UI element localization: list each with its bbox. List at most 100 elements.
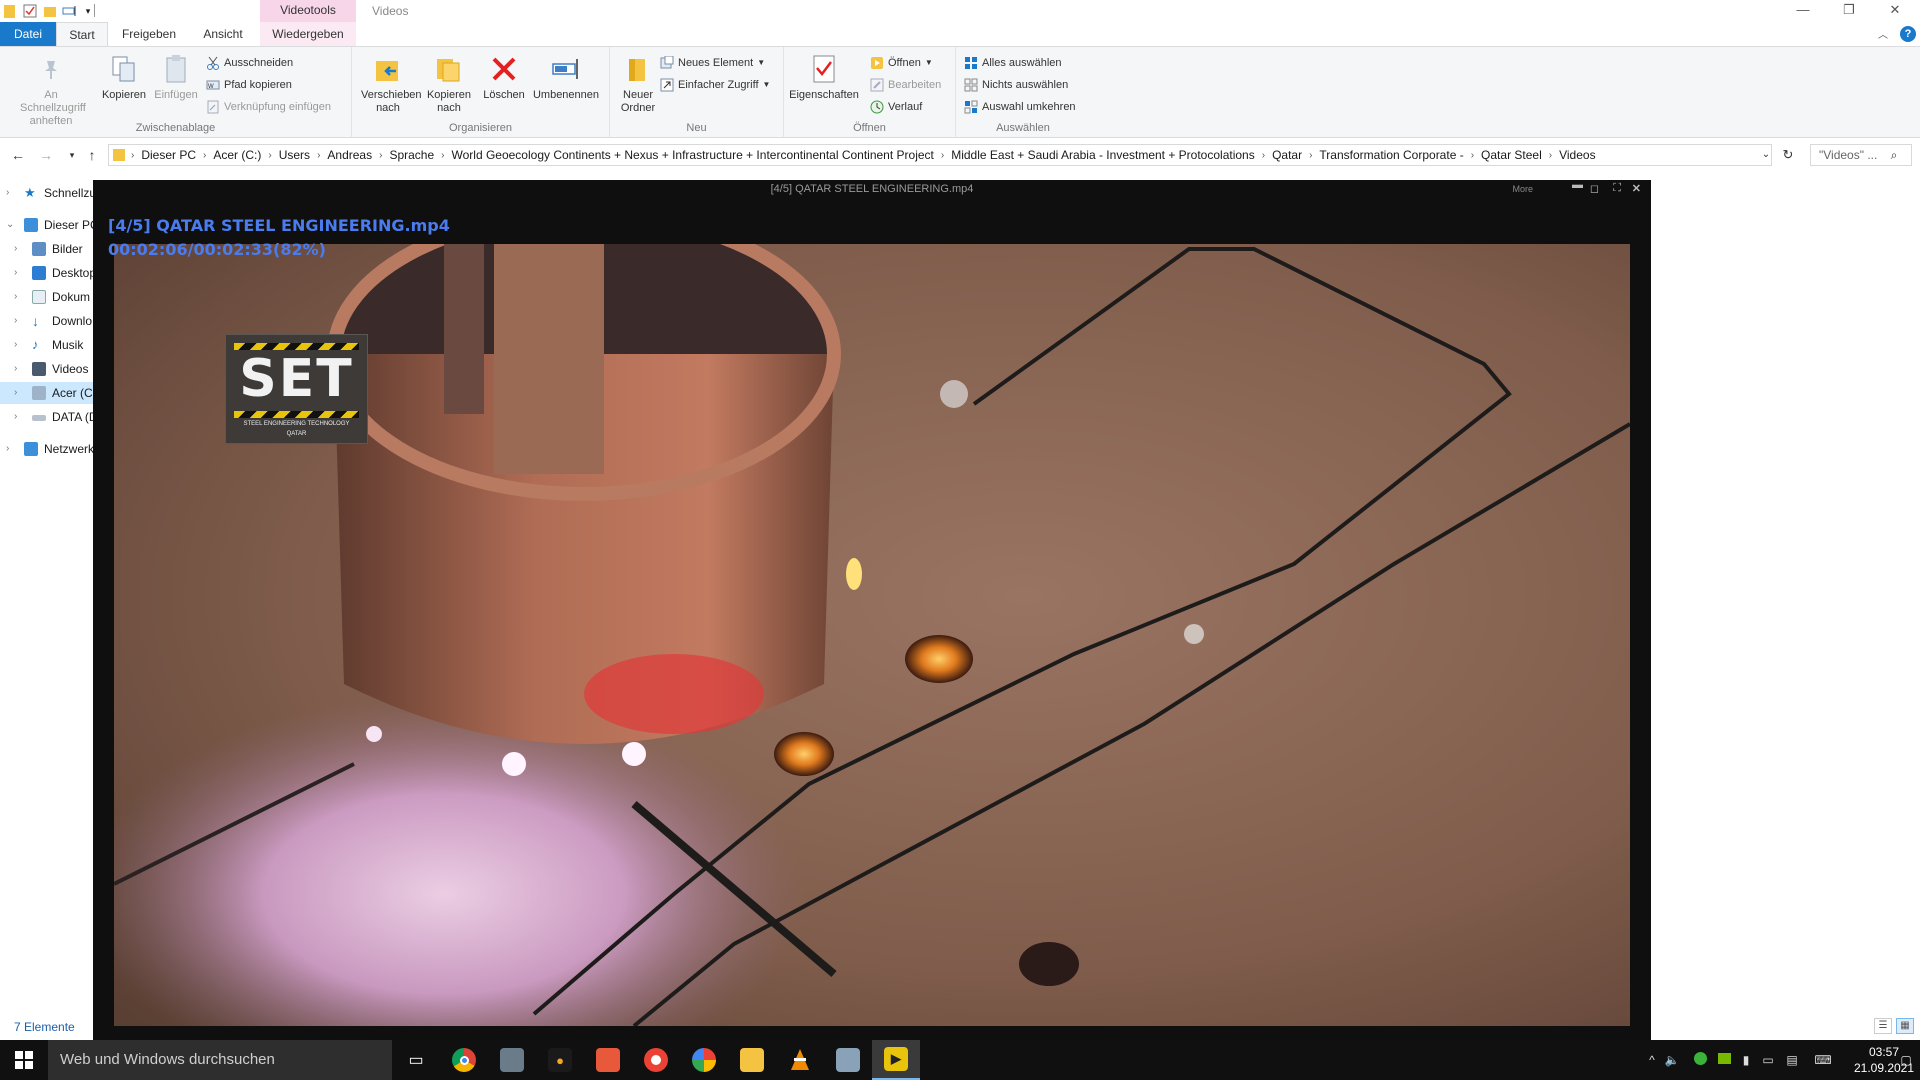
show-hidden-icons-chevron-icon[interactable]: ^ (1644, 1052, 1660, 1068)
tab-start[interactable]: Start (56, 22, 108, 46)
search-icon[interactable]: ⌕ (1884, 145, 1904, 165)
breadcrumb-item[interactable]: Middle East + Saudi Arabia - Investment … (946, 148, 1260, 162)
nav-item-desktop[interactable]: › Desktop (0, 262, 94, 284)
player-more-button[interactable]: More (1512, 184, 1533, 194)
nav-item-this-pc[interactable]: ⌄ Dieser PC (0, 214, 94, 236)
properties-qa-icon[interactable] (22, 3, 38, 19)
taskbar-app-8[interactable] (824, 1040, 872, 1080)
nav-item-videos[interactable]: › Videos (0, 358, 94, 380)
address-dropdown-chevron-icon[interactable]: ⌄ (1756, 145, 1776, 165)
breadcrumb-item[interactable]: Qatar (1267, 148, 1307, 162)
select-none-button[interactable]: Nichts auswählen (964, 75, 1068, 95)
security-shield-icon[interactable] (1692, 1052, 1708, 1068)
paste-shortcut-button[interactable]: Verknüpfung einfügen (206, 97, 331, 117)
breadcrumb-item[interactable]: Andreas (322, 148, 377, 162)
expand-chevron-icon[interactable]: › (6, 438, 9, 460)
player-minimize-icon[interactable]: ▬ (1572, 179, 1583, 191)
copy-path-button[interactable]: W Pfad kopieren (206, 75, 292, 95)
task-view-button[interactable]: ▭ (392, 1040, 440, 1080)
nav-item-music[interactable]: › ♪ Musik (0, 334, 94, 356)
player-fullscreen-icon[interactable]: ⛶ (1613, 182, 1621, 195)
breadcrumb-item[interactable]: Dieser PC (136, 148, 201, 162)
delete-button[interactable]: Löschen (480, 53, 528, 102)
help-icon[interactable]: ? (1900, 26, 1916, 42)
nvidia-icon[interactable] (1716, 1052, 1732, 1068)
video-frame[interactable]: SET STEEL ENGINEERING TECHNOLOGY QATAR (114, 244, 1630, 1026)
expand-chevron-icon[interactable]: › (14, 310, 17, 332)
expand-chevron-icon[interactable]: › (14, 286, 17, 308)
taskbar-app-6[interactable] (680, 1040, 728, 1080)
refresh-icon[interactable]: ↻ (1778, 145, 1798, 165)
taskbar-app-5[interactable] (632, 1040, 680, 1080)
paste-button[interactable]: Einfügen (150, 53, 202, 102)
message-icon[interactable]: ▤ (1784, 1052, 1800, 1068)
taskbar-app-video-player[interactable]: ▶ (872, 1040, 920, 1080)
notifications-icon[interactable]: ▢ (1898, 1052, 1914, 1068)
forward-arrow-icon[interactable]: → (36, 145, 56, 165)
breadcrumb[interactable]: › Dieser PC › Acer (C:) › Users › Andrea… (108, 144, 1772, 166)
taskbar-app-vlc[interactable] (776, 1040, 824, 1080)
nav-item-pictures[interactable]: › Bilder (0, 238, 94, 260)
easy-access-button[interactable]: Einfacher Zugriff ▼ (660, 75, 770, 95)
copy-to-button[interactable]: Kopieren nach (418, 53, 480, 115)
cut-button[interactable]: Ausschneiden (206, 53, 293, 73)
taskbar-app-4[interactable] (584, 1040, 632, 1080)
recent-locations-chevron-icon[interactable]: ▾ (62, 145, 82, 165)
taskbar-app-photos[interactable] (488, 1040, 536, 1080)
breadcrumb-item[interactable]: Videos (1554, 148, 1600, 162)
rename-button[interactable]: Umbenennen (528, 53, 604, 102)
taskbar-app-chrome[interactable] (440, 1040, 488, 1080)
minimize-button[interactable]: — (1780, 0, 1826, 22)
nav-item-drive-c[interactable]: › Acer (C (0, 382, 94, 404)
breadcrumb-item[interactable]: World Geoecology Continents + Nexus + In… (447, 148, 939, 162)
tab-share[interactable]: Freigeben (112, 22, 186, 46)
pin-quick-access-button[interactable]: An Schnellzugriff anheften (6, 53, 96, 128)
expand-chevron-icon[interactable]: › (6, 182, 9, 204)
nav-item-drive-d[interactable]: › DATA (D (0, 406, 94, 428)
properties-button[interactable]: Eigenschaften (788, 53, 860, 102)
breadcrumb-item[interactable]: Sprache (384, 148, 439, 162)
display-icon[interactable]: ▭ (1760, 1052, 1776, 1068)
expand-chevron-icon[interactable]: › (14, 334, 17, 356)
taskbar-search-input[interactable]: Web und Windows durchsuchen (48, 1040, 392, 1080)
nav-item-documents[interactable]: › Dokum (0, 286, 94, 308)
move-to-button[interactable]: Verschieben nach (356, 53, 422, 115)
video-player-window[interactable]: [4/5] QATAR STEEL ENGINEERING.mp4 More ▬… (93, 179, 1651, 1040)
up-arrow-icon[interactable]: ↑ (82, 145, 102, 165)
expand-chevron-icon[interactable]: › (14, 406, 17, 428)
close-button[interactable]: ✕ (1872, 0, 1918, 22)
breadcrumb-item[interactable]: Users (274, 148, 315, 162)
nav-item-network[interactable]: › Netzwerk (0, 438, 94, 460)
back-arrow-icon[interactable]: ← (8, 145, 28, 165)
history-button[interactable]: Verlauf (870, 97, 922, 117)
keyboard-icon[interactable]: ⌨ (1810, 1052, 1836, 1068)
invert-selection-button[interactable]: Auswahl umkehren (964, 97, 1076, 117)
expand-chevron-icon[interactable]: › (14, 382, 17, 404)
player-close-icon[interactable]: ✕ (1632, 182, 1641, 195)
copy-button[interactable]: Kopieren (96, 53, 152, 102)
restore-button[interactable]: ❐ (1826, 0, 1872, 22)
breadcrumb-item[interactable]: Transformation Corporate - (1314, 148, 1468, 162)
nav-item-downloads[interactable]: › ↓ Downlo (0, 310, 94, 332)
start-button[interactable] (0, 1040, 48, 1080)
collapse-ribbon-chevron-icon[interactable]: ︿ (1878, 26, 1888, 41)
breadcrumb-item[interactable]: Qatar Steel (1476, 148, 1547, 162)
expand-chevron-icon[interactable]: › (14, 358, 17, 380)
details-view-icon[interactable]: ☰ (1874, 1018, 1892, 1034)
rename-qa-icon[interactable] (62, 3, 78, 19)
new-item-button[interactable]: Neues Element ▼ (660, 53, 765, 73)
tab-play[interactable]: Wiedergeben (260, 22, 356, 46)
breadcrumb-item[interactable]: Acer (C:) (208, 148, 266, 162)
tab-file[interactable]: Datei (0, 22, 56, 46)
volume-icon[interactable]: 🔈 (1664, 1052, 1680, 1068)
taskbar-app-explorer[interactable] (728, 1040, 776, 1080)
large-icons-view-icon[interactable]: ▦ (1896, 1018, 1914, 1034)
expand-chevron-icon[interactable]: › (14, 262, 17, 284)
open-button[interactable]: Öffnen ▼ (870, 53, 933, 73)
collapse-chevron-icon[interactable]: ⌄ (6, 214, 14, 236)
nav-item-quick-access[interactable]: › ★ Schnellzu (0, 182, 94, 204)
taskbar-app-3[interactable]: ● (536, 1040, 584, 1080)
select-all-button[interactable]: Alles auswählen (964, 53, 1062, 73)
player-restore-icon[interactable]: ◻ (1590, 182, 1599, 195)
tab-view[interactable]: Ansicht (190, 22, 256, 46)
